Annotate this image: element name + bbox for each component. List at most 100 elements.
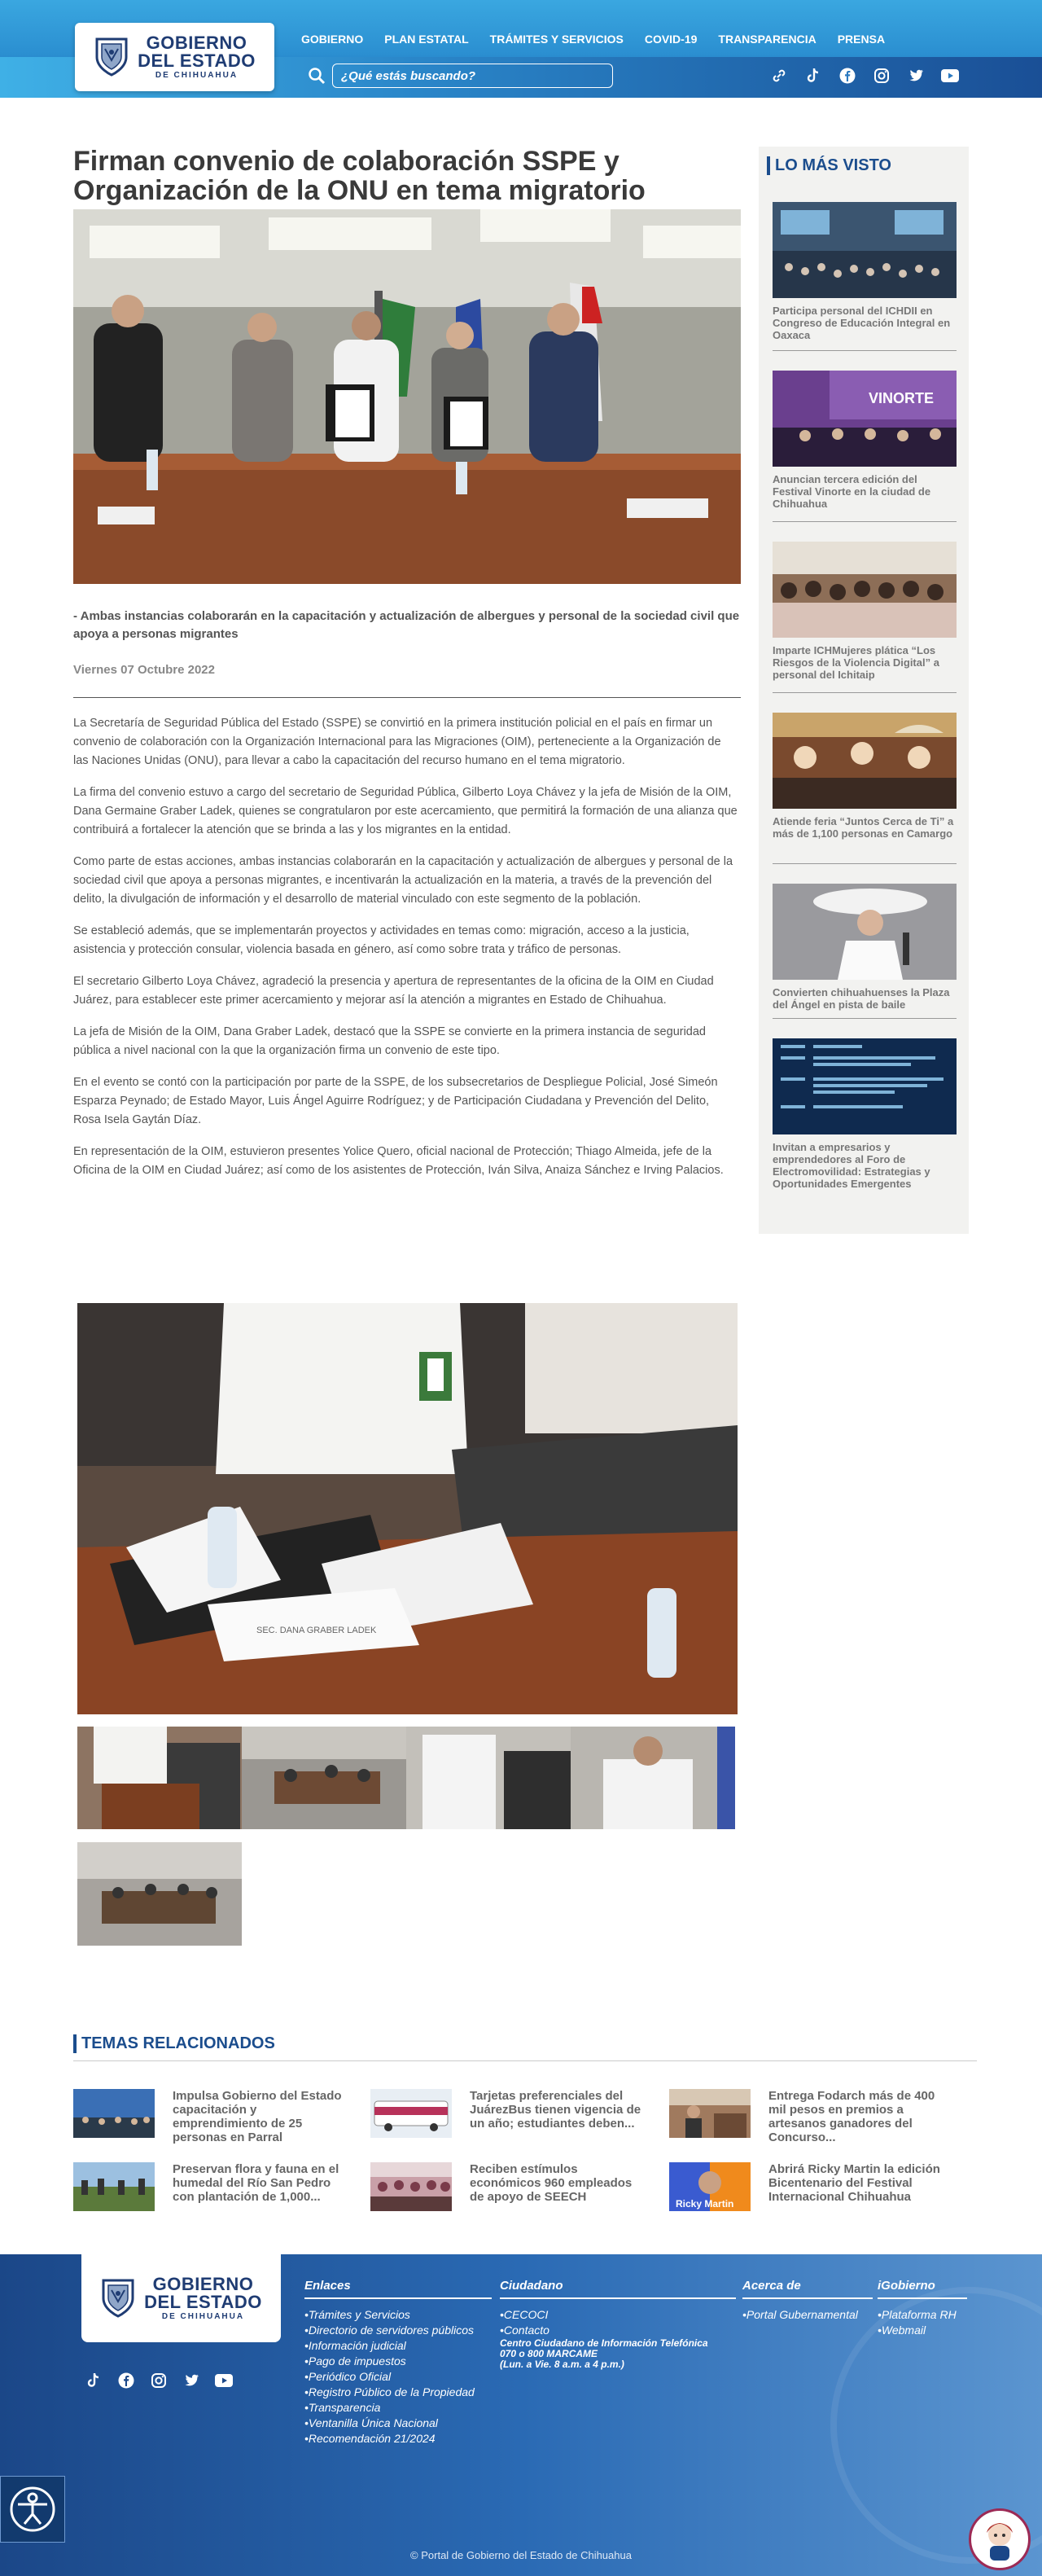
footer-logo[interactable]: GOBIERNO DEL ESTADO DE CHIHUAHUA xyxy=(81,2254,281,2342)
article-date: Viernes 07 Octubre 2022 xyxy=(73,663,215,677)
accessibility-icon xyxy=(10,2486,55,2532)
most-viewed-image xyxy=(773,713,957,809)
related-image xyxy=(669,2089,751,2138)
most-viewed-item[interactable]: Imparte ICHMujeres plática “Los Riesgos … xyxy=(773,542,957,681)
article-hero-image[interactable] xyxy=(73,209,741,584)
facebook-icon[interactable] xyxy=(117,2372,135,2389)
accessibility-button[interactable] xyxy=(0,2476,65,2543)
footer-link[interactable]: •Periódico Oficial xyxy=(304,2370,391,2383)
paragraph: En representación de la OIM, estuvieron … xyxy=(73,1145,724,1177)
youtube-icon[interactable] xyxy=(941,67,959,85)
most-viewed-caption: Anuncian tercera edición del Festival Vi… xyxy=(773,473,931,510)
related-item[interactable]: Tarjetas preferenciales del JuárezBus ti… xyxy=(370,2089,647,2138)
related-text: Entrega Fodarch más de 400 mil pesos en … xyxy=(768,2089,935,2144)
footer-link[interactable]: •Plataforma RH xyxy=(878,2308,957,2321)
related-text: Abrirá Ricky Martin la edición Bicentena… xyxy=(768,2162,940,2204)
most-viewed-image xyxy=(773,1038,957,1134)
header-social xyxy=(770,67,959,85)
logo-line3: DE CHIHUAHUA xyxy=(161,2312,245,2321)
footer-link[interactable]: •CECOCI xyxy=(500,2308,548,2321)
most-viewed-item[interactable]: Convierten chihuahuenses la Plaza del Án… xyxy=(773,884,957,1011)
gallery-thumb[interactable] xyxy=(406,1727,571,1829)
search-bar xyxy=(308,64,613,88)
nav-tramites[interactable]: TRÁMITES Y SERVICIOS xyxy=(490,33,624,46)
youtube-icon[interactable] xyxy=(215,2372,233,2389)
footer-col-igobierno: iGobierno •Plataforma RH •Webmail xyxy=(878,2279,967,2338)
nav-prensa[interactable]: PRENSA xyxy=(838,33,885,46)
facebook-icon[interactable] xyxy=(838,67,856,85)
nav-gobierno[interactable]: GOBIERNO xyxy=(301,33,363,46)
logo-text: GOBIERNO DEL ESTADO DE CHIHUAHUA xyxy=(138,34,256,80)
copyright: © Portal de Gobierno del Estado de Chihu… xyxy=(410,2549,632,2561)
footer-link[interactable]: •Contacto xyxy=(500,2324,549,2337)
logo-line1: GOBIERNO xyxy=(146,33,247,53)
logo-line2: DEL ESTADO xyxy=(138,50,256,71)
site-header: GOBIERNO DEL ESTADO DE CHIHUAHUA GOBIERN… xyxy=(0,0,1042,98)
nav-plan-estatal[interactable]: PLAN ESTATAL xyxy=(384,33,468,46)
instagram-icon[interactable] xyxy=(873,67,891,85)
gallery-thumb[interactable] xyxy=(77,1727,242,1829)
footer-link[interactable]: •Directorio de servidores públicos xyxy=(304,2324,474,2337)
related-item[interactable]: Impulsa Gobierno del Estado capacitación… xyxy=(73,2089,350,2144)
footer-link[interactable]: •Registro Público de la Propiedad xyxy=(304,2385,475,2398)
paragraph: La firma del convenio estuvo a cargo del… xyxy=(73,786,738,836)
most-viewed-item[interactable]: Atiende feria “Juntos Cerca de Ti” a más… xyxy=(773,713,957,840)
related-title: TEMAS RELACIONADOS xyxy=(73,2034,275,2053)
footer-link[interactable]: •Transparencia xyxy=(304,2401,380,2414)
related-text: Preservan flora y fauna en el humedal de… xyxy=(173,2162,339,2204)
gallery-thumb[interactable] xyxy=(242,1727,406,1829)
footer-link[interactable]: •Información judicial xyxy=(304,2339,406,2352)
most-viewed-caption: Participa personal del ICHDII en Congres… xyxy=(773,305,951,341)
footer-col-title: iGobierno xyxy=(878,2279,967,2299)
most-viewed-caption: Atiende feria “Juntos Cerca de Ti” a más… xyxy=(773,815,954,840)
related-item[interactable]: Entrega Fodarch más de 400 mil pesos en … xyxy=(669,2089,946,2144)
tiktok-icon[interactable] xyxy=(804,67,822,85)
search-icon[interactable] xyxy=(308,67,326,85)
related-image-label: Ricky Martin xyxy=(676,2198,733,2210)
twitter-icon[interactable] xyxy=(907,67,925,85)
nav-covid[interactable]: COVID-19 xyxy=(645,33,698,46)
search-input[interactable] xyxy=(332,64,613,88)
instagram-icon[interactable] xyxy=(150,2372,168,2389)
most-viewed-image xyxy=(773,884,957,980)
footer-link[interactable]: •Recomendación 21/2024 xyxy=(304,2432,436,2445)
most-viewed-item[interactable]: Invitan a empresarios y emprendedores al… xyxy=(773,1038,957,1190)
most-viewed-caption: Convierten chihuahuenses la Plaza del Án… xyxy=(773,986,950,1011)
vinorte-banner: VINORTE xyxy=(869,390,934,406)
most-viewed-item[interactable]: Participa personal del ICHDII en Congres… xyxy=(773,202,957,341)
related-text: Impulsa Gobierno del Estado capacitación… xyxy=(173,2089,342,2144)
twitter-icon[interactable] xyxy=(182,2372,200,2389)
footer-col-enlaces: Enlaces •Trámites y Servicios •Directori… xyxy=(304,2279,492,2447)
gallery-thumbnails xyxy=(77,1727,738,1829)
state-shield-icon xyxy=(95,37,128,77)
divider xyxy=(73,697,741,698)
related-item[interactable]: Reciben estímulos económicos 960 emplead… xyxy=(370,2162,647,2211)
most-viewed-image: VINORTE xyxy=(773,371,957,467)
footer-link[interactable]: •Ventanilla Única Nacional xyxy=(304,2416,438,2429)
most-viewed-item[interactable]: VINORTE Anuncian tercera edición del Fes… xyxy=(773,371,957,510)
related-item[interactable]: Preservan flora y fauna en el humedal de… xyxy=(73,2162,350,2211)
placard-text: SEC. DANA GRABER LADEK xyxy=(256,1626,377,1635)
footer-link[interactable]: •Pago de impuestos xyxy=(304,2354,406,2368)
link-icon[interactable] xyxy=(770,67,788,85)
related-image xyxy=(73,2162,155,2211)
related-image xyxy=(370,2162,452,2211)
site-logo[interactable]: GOBIERNO DEL ESTADO DE CHIHUAHUA xyxy=(75,23,274,91)
nav-transparencia[interactable]: TRANSPARENCIA xyxy=(718,33,816,46)
related-image xyxy=(73,2089,155,2138)
footer-link[interactable]: •Portal Gubernamental xyxy=(742,2308,858,2321)
tiktok-icon[interactable] xyxy=(85,2372,103,2389)
paragraph: Se estableció además, que se implementar… xyxy=(73,924,690,956)
most-viewed-image xyxy=(773,202,957,298)
related-item[interactable]: Ricky Martin Abrirá Ricky Martin la edic… xyxy=(669,2162,946,2211)
main-nav: GOBIERNO PLAN ESTATAL TRÁMITES Y SERVICI… xyxy=(301,33,885,46)
gallery-thumb[interactable] xyxy=(77,1842,242,1946)
divider xyxy=(773,521,957,522)
footer-social xyxy=(85,2372,233,2389)
gallery-thumb[interactable] xyxy=(571,1727,735,1829)
footer-link[interactable]: •Trámites y Servicios xyxy=(304,2308,410,2321)
gallery-main-image[interactable]: SEC. DANA GRABER LADEK xyxy=(77,1303,738,1714)
chatbot-avatar[interactable] xyxy=(969,2508,1031,2570)
related-text: Tarjetas preferenciales del JuárezBus ti… xyxy=(470,2089,641,2131)
footer-link[interactable]: •Webmail xyxy=(878,2324,926,2337)
